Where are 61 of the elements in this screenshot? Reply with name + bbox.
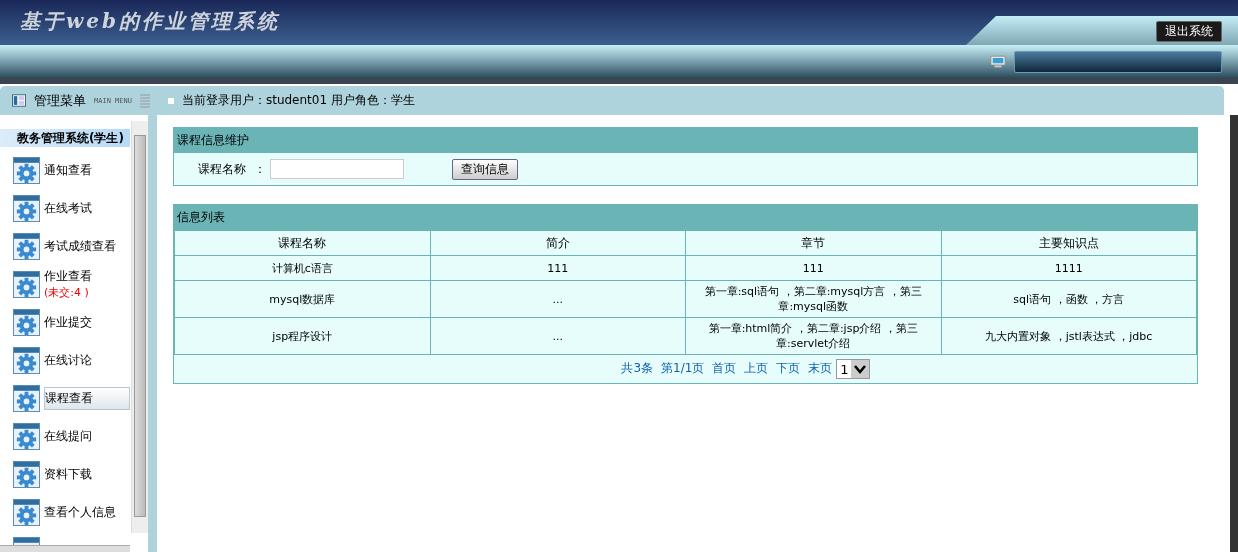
horizontal-scrollbar[interactable] — [0, 545, 130, 552]
table-cell: 九大内置对象 ，jstl表达式 ，jdbc — [941, 317, 1197, 355]
column-header: 简介 — [430, 230, 686, 256]
panel-title: 课程信息维护 — [174, 128, 1197, 153]
field-label: 课程名称 — [198, 160, 246, 178]
sidebar-item[interactable]: 资料下载 — [44, 463, 130, 485]
gear-icon — [13, 460, 40, 488]
table-cell: 1111 — [941, 255, 1197, 281]
column-header: 主要知识点 — [941, 230, 1197, 256]
app-title: 基于web的作业管理系统 — [19, 8, 280, 35]
colon: ： — [254, 160, 266, 178]
table-cell: mysql数据库 — [174, 280, 430, 318]
gear-icon — [13, 384, 40, 412]
table-cell: jsp程序设计 — [174, 317, 430, 355]
page-info: 第1/1页 — [661, 361, 705, 375]
record-count: 共3条 — [621, 361, 653, 375]
gear-icon — [13, 156, 40, 184]
table-cell: ... — [430, 280, 686, 318]
table-cell: 111 — [430, 255, 686, 281]
sidebar-item[interactable]: 课程查看 — [44, 386, 130, 410]
gear-icon — [13, 422, 40, 450]
pager-link[interactable]: 上页 — [744, 361, 769, 375]
sidebar-item[interactable]: 作业提交 — [44, 311, 130, 333]
gear-icon — [13, 232, 40, 260]
sidebar-heading: 教务管理系统(学生) — [0, 129, 130, 147]
sidebar-item[interactable]: 考试成绩查看 — [44, 235, 130, 257]
table-cell: 第一章:sql语句 ，第二章:mysql方言 ，第三章:mysql函数 — [685, 280, 941, 318]
scrollbar[interactable] — [131, 121, 148, 533]
user-info: 当前登录用户：student01 用户角色：学生 — [181, 92, 415, 109]
pager-link[interactable]: 末页 — [808, 361, 833, 375]
gear-icon — [13, 308, 40, 336]
sidebar-item[interactable]: 在线讨论 — [44, 349, 130, 371]
column-header: 课程名称 — [174, 230, 430, 256]
table-cell: sql语句 ，函数 ，方言 — [941, 280, 1197, 318]
panel-title: 信息列表 — [174, 205, 1197, 230]
column-header: 章节 — [685, 230, 941, 256]
sidebar-item[interactable]: 查看个人信息 — [44, 501, 130, 523]
gear-icon — [13, 498, 40, 526]
lines-icon — [139, 93, 150, 108]
gear-icon — [13, 194, 40, 222]
table-cell: ... — [430, 317, 686, 355]
table-cell: 111 — [685, 255, 941, 281]
pager-link[interactable]: 下页 — [776, 361, 801, 375]
table-cell: 计算机c语言 — [174, 255, 430, 281]
dropdown-icon — [850, 360, 869, 378]
sidebar-item[interactable]: 作业查看 (未交:4 ) — [44, 266, 130, 302]
sidebar-item[interactable]: 通知查看 — [44, 159, 130, 181]
menu-title: 管理菜单 — [34, 91, 86, 110]
course-name-field[interactable] — [270, 159, 404, 179]
page-select[interactable]: 1 — [836, 359, 870, 379]
window-icon — [12, 94, 26, 107]
logout-button[interactable]: 退出系统 — [1156, 21, 1222, 42]
gear-icon — [13, 270, 40, 298]
monitor-icon — [990, 55, 1006, 68]
query-button[interactable]: 查询信息 — [452, 158, 518, 180]
sidebar-item[interactable]: 在线提问 — [44, 425, 130, 447]
bullet-icon — [167, 97, 174, 104]
gear-icon — [13, 346, 40, 374]
sidebar-item[interactable]: 在线考试 — [44, 197, 130, 219]
table-cell: 第一章:html简介 ，第二章:jsp介绍 ，第三章:servlet介绍 — [685, 317, 941, 355]
pager-link[interactable]: 首页 — [712, 361, 737, 375]
